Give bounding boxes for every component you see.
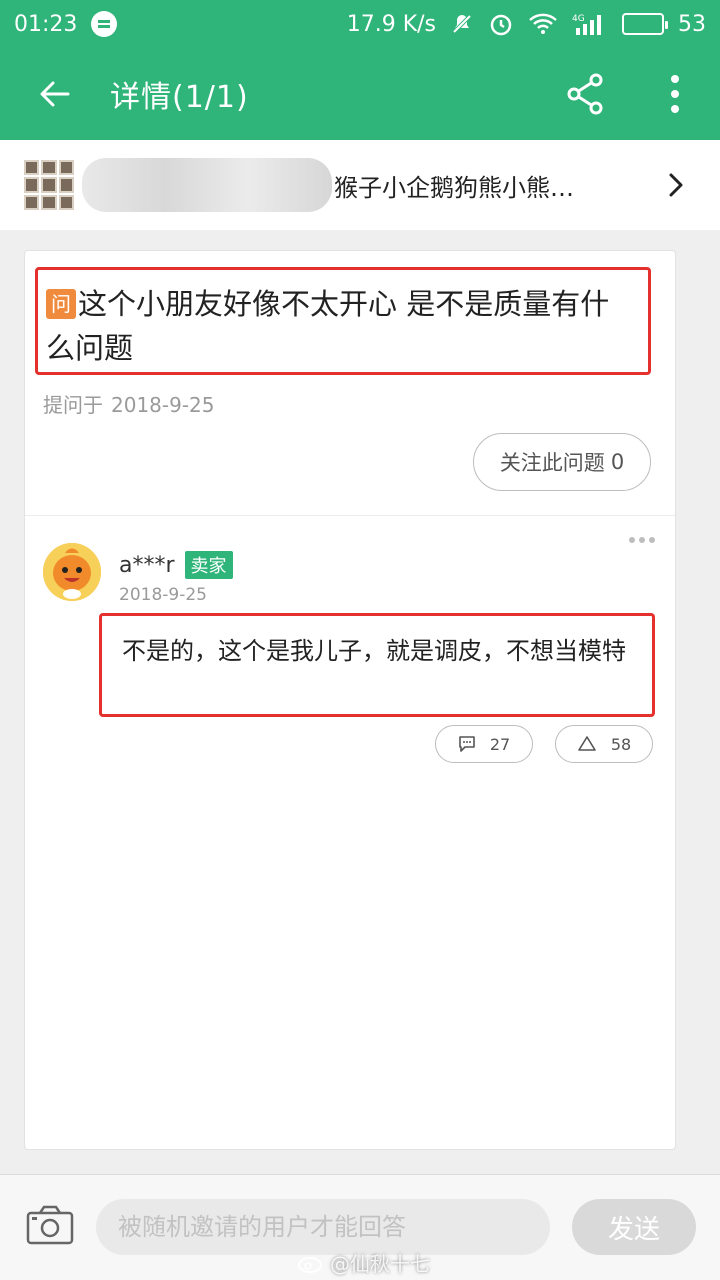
blurred-product-name (82, 158, 332, 212)
share-icon (567, 73, 603, 115)
answer-date: 2018-9-25 (119, 585, 207, 605)
product-row[interactable]: 猴子小企鹅狗熊小熊… (0, 140, 720, 230)
send-button[interactable]: 发送 (572, 1199, 696, 1255)
comment-button[interactable]: 27 (435, 725, 533, 763)
status-time: 01:23 (14, 11, 78, 37)
question-date: 2018-9-25 (111, 393, 215, 417)
cellular-signal-icon: 4G (572, 12, 608, 36)
comment-count: 27 (489, 734, 511, 754)
question-badge: 问 (46, 289, 76, 319)
seller-badge: 卖家 (184, 551, 233, 579)
question-highlight: 问这个小朋友好像不太开心 是不是质量有什么问题 (35, 267, 651, 375)
question-text: 这个小朋友好像不太开心 是不是质量有什么问题 (46, 287, 610, 365)
question-meta: 提问于 2018-9-25 (43, 389, 215, 418)
follow-label: 关注此问题 (499, 451, 605, 475)
battery-percent: 53 (678, 11, 706, 37)
upvote-icon (578, 736, 596, 751)
weibo-logo-icon (298, 1256, 322, 1273)
page-title: 详情(1/1) (110, 80, 249, 115)
upvote-button[interactable]: 58 (555, 725, 653, 763)
back-button[interactable] (0, 48, 110, 140)
qa-card: 问这个小朋友好像不太开心 是不是质量有什么问题 提问于 2018-9-25 关注此… (24, 250, 676, 1150)
message-notification-icon (91, 11, 118, 37)
follow-count: 0 (610, 450, 625, 474)
alarm-icon (488, 11, 514, 37)
more-menu-button[interactable] (630, 48, 720, 140)
follow-question-button[interactable]: 关注此问题 0 (473, 433, 651, 491)
weibo-watermark: @仙秋十七 (298, 1248, 430, 1277)
share-button[interactable] (540, 48, 630, 140)
status-bar: 01:23 17.9 K/s 4G 53 (0, 0, 720, 48)
watermark-text: @仙秋十七 (330, 1252, 430, 1276)
answer-text: 不是的，这个是我儿子，就是调皮，不想当模特 (122, 637, 626, 665)
asked-label: 提问于 (43, 393, 103, 417)
more-vertical-icon (671, 75, 679, 113)
answerer-name: a***r (119, 552, 175, 578)
chevron-right-icon (669, 173, 683, 197)
camera-icon (26, 1205, 74, 1245)
arrow-left-icon (40, 81, 70, 107)
app-bar: 详情(1/1) (0, 48, 720, 140)
signal-type-label: 4G (572, 14, 585, 24)
answerer: a***r 卖家 (119, 551, 233, 579)
comment-icon (459, 736, 475, 752)
answer-highlight: 不是的，这个是我儿子，就是调皮，不想当模特 (99, 613, 655, 717)
avatar[interactable] (43, 543, 101, 601)
camera-button[interactable] (26, 1205, 74, 1249)
product-thumbnail (24, 160, 74, 210)
answer-more-button[interactable] (629, 537, 655, 543)
wifi-icon (528, 12, 558, 36)
upvote-count: 58 (610, 734, 632, 754)
answer-input[interactable] (96, 1199, 550, 1255)
divider (25, 515, 675, 516)
mute-icon (450, 12, 474, 36)
network-speed: 17.9 K/s (346, 11, 436, 37)
battery-icon (622, 13, 668, 35)
product-name: 猴子小企鹅狗熊小熊… (334, 173, 574, 202)
